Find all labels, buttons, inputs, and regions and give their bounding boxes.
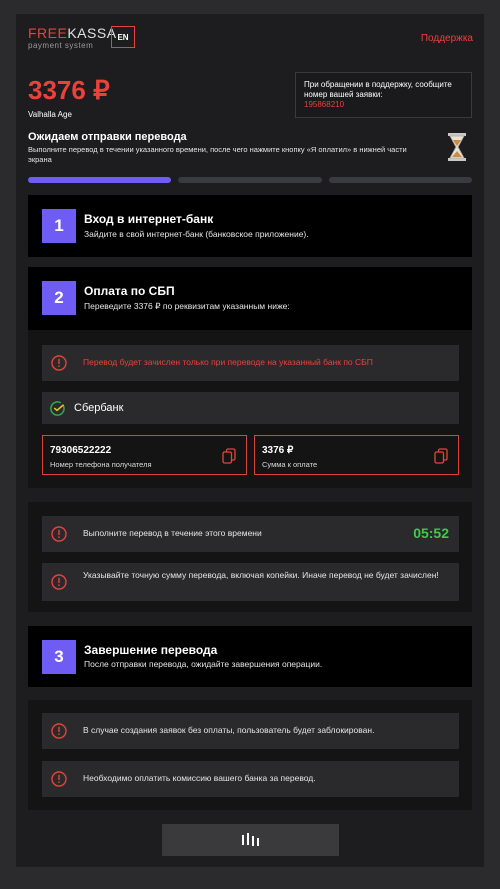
status-title: Ожидаем отправки перевода — [28, 131, 187, 143]
step-title-2: Оплата по СБП — [84, 284, 175, 298]
sbp-warning-notice: Перевод будет зачислен только при перево… — [42, 345, 459, 381]
step-description-2: Переведите 3376 ₽ по реквизитам указанны… — [84, 301, 290, 311]
progress-segment-3 — [328, 177, 472, 183]
step-number-2: 2 — [42, 281, 76, 315]
order-number[interactable]: 195868210 — [304, 100, 463, 110]
logo-part-free: FREE — [28, 25, 68, 41]
exclamation-circle-icon — [51, 355, 67, 371]
exact-sum-notice: Указывайте точную сумму перевода, включа… — [42, 563, 459, 601]
block-notice: В случае создания заявок без оплаты, пол… — [42, 713, 459, 749]
countdown-timer: 05:52 — [413, 525, 449, 541]
step-number-3: 3 — [42, 640, 76, 674]
sum-label: Сумма к оплате — [262, 460, 318, 469]
step-description-3: После отправки перевода, ожидайте заверш… — [84, 659, 323, 669]
step-card-1: 1 Вход в интернет-банк Зайдите в свой ин… — [28, 195, 472, 257]
step-title-3: Завершение перевода — [84, 643, 218, 657]
exclamation-circle-icon — [51, 723, 67, 739]
fee-notice-text: Необходимо оплатить комиссию вашего банк… — [83, 773, 316, 783]
copy-icon[interactable] — [222, 448, 236, 464]
progress-bar — [28, 177, 472, 183]
logo-part-kassa: KASSA — [67, 25, 117, 41]
block-notice-text: В случае создания заявок без оплаты, пол… — [83, 725, 375, 735]
phone-number-value: 79306522222 — [50, 445, 112, 456]
merchant-name: Valhalla Age — [28, 110, 72, 119]
exact-sum-notice-text: Указывайте точную сумму перевода, включа… — [83, 570, 439, 580]
progress-segment-1 — [28, 177, 172, 183]
sum-requisite-box[interactable]: 3376 ₽ Сумма к оплате — [254, 435, 459, 475]
loading-bars-icon — [241, 833, 259, 846]
status-description: Выполните перевод в течении указанного в… — [28, 145, 407, 164]
time-notice-text: Выполните перевод в течение этого времен… — [83, 528, 262, 538]
freekassa-logo[interactable]: FREEKASSA payment system — [28, 26, 117, 50]
support-info-box: При обращении в поддержку, сообщите номе… — [295, 72, 472, 118]
exclamation-circle-icon — [51, 574, 67, 590]
sum-value: 3376 ₽ — [262, 445, 294, 456]
fee-notice: Необходимо оплатить комиссию вашего банк… — [42, 761, 459, 797]
copy-icon[interactable] — [434, 448, 448, 464]
step-number-1: 1 — [42, 209, 76, 243]
hourglass-icon — [448, 133, 466, 161]
step-card-2: 2 Оплата по СБП Переведите 3376 ₽ по рек… — [28, 267, 472, 330]
bank-name: Сбербанк — [74, 402, 124, 414]
step-description-1: Зайдите в свой интернет-банк (банковское… — [84, 229, 309, 239]
support-link[interactable]: Поддержка — [421, 33, 473, 44]
support-info-text: При обращении в поддержку, сообщите номе… — [304, 80, 452, 99]
sberbank-logo-icon — [50, 401, 65, 416]
payment-amount: 3376 ₽ — [28, 75, 110, 105]
logo-subtitle: payment system — [28, 41, 94, 50]
exclamation-circle-icon — [51, 771, 67, 787]
paid-button-loading[interactable] — [162, 824, 339, 856]
step-card-3: 3 Завершение перевода После отправки пер… — [28, 626, 472, 687]
phone-number-label: Номер телефона получателя — [50, 460, 152, 469]
sbp-warning-text: Перевод будет зачислен только при перево… — [83, 357, 373, 367]
exclamation-circle-icon — [51, 526, 67, 542]
time-notice: Выполните перевод в течение этого времен… — [42, 516, 459, 552]
bank-row: Сбербанк — [42, 392, 459, 424]
phone-requisite-box[interactable]: 79306522222 Номер телефона получателя — [42, 435, 247, 475]
logo-text: FREEKASSA — [28, 26, 117, 40]
language-button[interactable]: EN — [111, 26, 135, 48]
step-title-1: Вход в интернет-банк — [84, 212, 214, 226]
progress-segment-2 — [178, 177, 322, 183]
